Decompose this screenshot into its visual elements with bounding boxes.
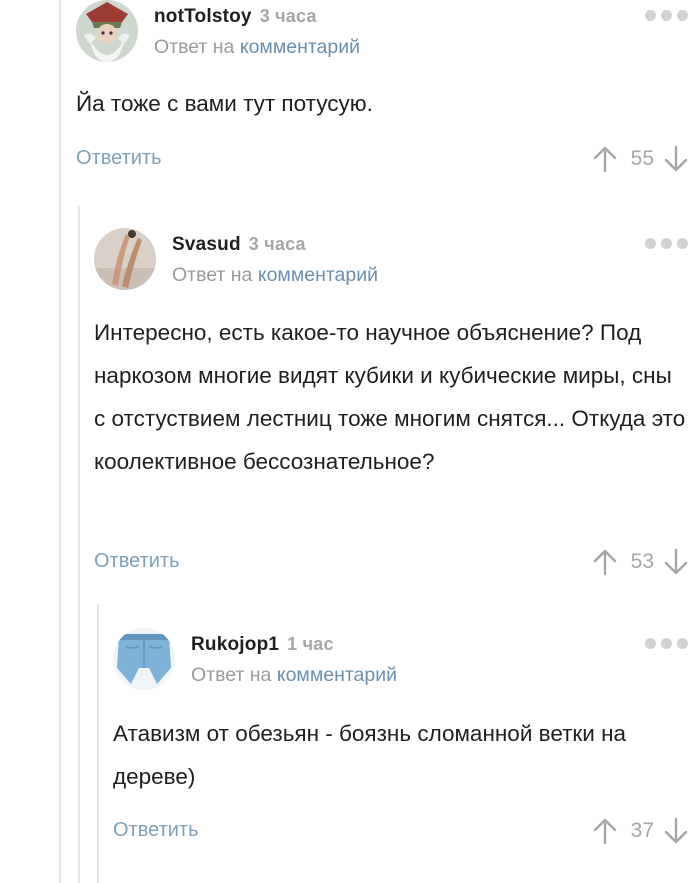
- reply-to-comment-link[interactable]: комментарий: [240, 36, 360, 58]
- comment-nottolstoy: notTolstoy 3 часа Ответ на комментарий Йа…: [76, 0, 688, 190]
- arrow-up-icon[interactable]: [593, 548, 617, 576]
- arrow-up-icon[interactable]: [593, 817, 617, 845]
- reply-button[interactable]: Ответить: [113, 819, 199, 842]
- rating: 37: [593, 817, 688, 845]
- comment-header: Svasud 3 часа Ответ на комментарий: [172, 228, 688, 290]
- username-text[interactable]: notTolstoy: [154, 6, 252, 27]
- timestamp: 3 часа: [259, 6, 317, 26]
- username[interactable]: Svasud 3 часа: [172, 234, 306, 256]
- timestamp: 3 часа: [248, 234, 306, 254]
- avatar[interactable]: [113, 628, 175, 690]
- comment-text: Атавизм от обезьян - боязнь сломанной ве…: [113, 721, 627, 789]
- wizard-avatar-icon: [76, 0, 138, 62]
- thread-line-level-3: [97, 604, 99, 883]
- rating: 53: [593, 548, 688, 576]
- reply-to-prefix: Ответ на: [172, 264, 253, 286]
- comment-footer: Ответить 37: [113, 817, 688, 849]
- timestamp: 1 час: [287, 634, 334, 654]
- comment-text: Йа тоже с вами тут потусую.: [76, 91, 373, 116]
- more-dots-icon[interactable]: [645, 10, 688, 21]
- comment-footer: Ответить 53: [94, 548, 688, 580]
- reply-to: Ответ на комментарий: [172, 264, 378, 287]
- arrow-down-icon[interactable]: [664, 145, 688, 173]
- comment-svasud: Svasud 3 часа Ответ на комментарий Интере…: [94, 228, 688, 588]
- reply-to-comment-link[interactable]: комментарий: [258, 264, 378, 286]
- thread-line-level-2: [78, 205, 80, 883]
- reply-to: Ответ на комментарий: [154, 36, 360, 59]
- reply-button[interactable]: Ответить: [94, 550, 180, 573]
- username-text[interactable]: Rukojop1: [191, 634, 279, 655]
- comment-rukojop1: Rukojop1 1 час Ответ на комментарий Атави…: [113, 628, 688, 858]
- more-dots-icon[interactable]: [645, 238, 688, 249]
- arrow-down-icon[interactable]: [664, 817, 688, 845]
- comment-header: notTolstoy 3 часа Ответ на комментарий: [154, 0, 688, 62]
- rating-count: 53: [630, 550, 654, 573]
- rating-count: 55: [630, 147, 654, 170]
- username-text[interactable]: Svasud: [172, 234, 241, 255]
- jeans-avatar-icon: [113, 628, 175, 690]
- rating-count: 37: [630, 819, 654, 842]
- comment-text: Интересно, есть какое-то научное объясне…: [94, 320, 686, 474]
- avatar[interactable]: [94, 228, 156, 290]
- reply-to-comment-link[interactable]: комментарий: [277, 664, 397, 686]
- username[interactable]: Rukojop1 1 час: [191, 634, 334, 656]
- more-dots-icon[interactable]: [645, 638, 688, 649]
- thread-line-level-1: [59, 0, 61, 883]
- avatar[interactable]: [76, 0, 138, 62]
- rating: 55: [593, 145, 688, 173]
- comment-header: Rukojop1 1 час Ответ на комментарий: [191, 628, 688, 690]
- reply-button[interactable]: Ответить: [76, 147, 162, 170]
- reply-to-prefix: Ответ на: [154, 36, 235, 58]
- reply-to-prefix: Ответ на: [191, 664, 272, 686]
- comment-footer: Ответить 55: [76, 145, 688, 177]
- username[interactable]: notTolstoy 3 часа: [154, 6, 317, 28]
- arrow-down-icon[interactable]: [664, 548, 688, 576]
- legs-photo-avatar-icon: [94, 228, 156, 290]
- arrow-up-icon[interactable]: [593, 145, 617, 173]
- reply-to: Ответ на комментарий: [191, 664, 397, 687]
